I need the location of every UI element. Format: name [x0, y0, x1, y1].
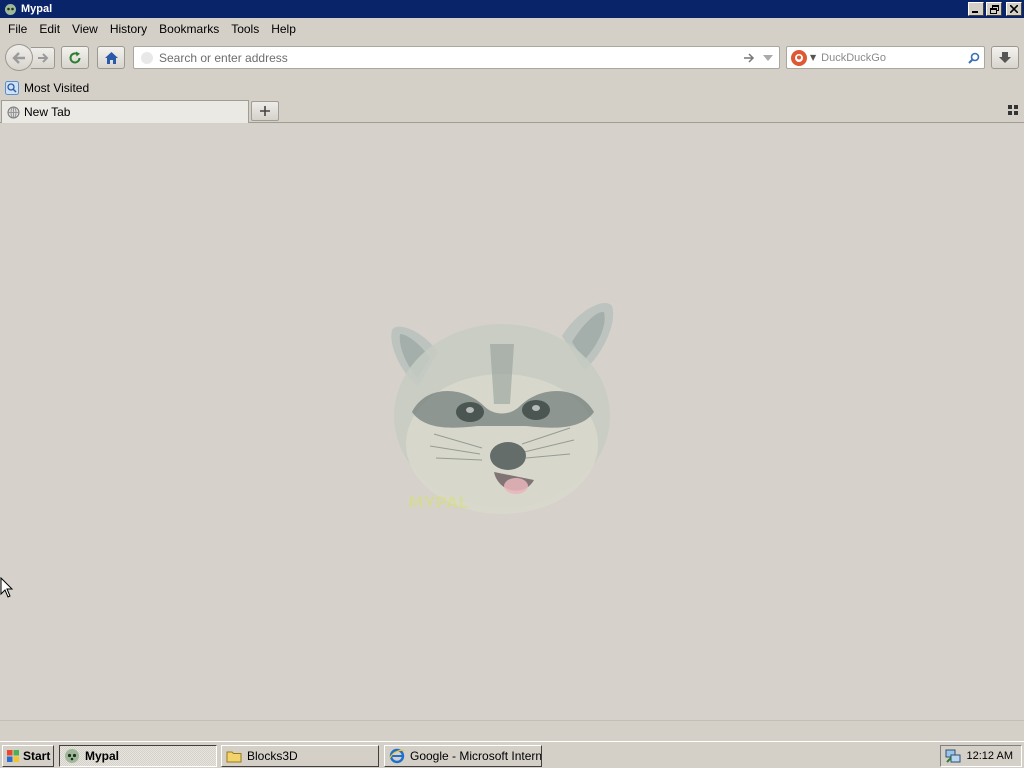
search-go-button[interactable]: [964, 52, 984, 64]
menu-bookmarks[interactable]: Bookmarks: [153, 22, 225, 36]
mypal-icon: [65, 749, 79, 763]
tab-new-tab[interactable]: New Tab: [1, 100, 249, 123]
mypal-app-icon: [3, 2, 17, 16]
ie-icon: [389, 748, 405, 764]
window-title: Mypal: [21, 3, 53, 15]
status-bar: [0, 720, 1024, 741]
history-dropdown-button[interactable]: [761, 54, 775, 61]
menu-view[interactable]: View: [66, 22, 104, 36]
home-icon: [104, 51, 118, 64]
plus-icon: [260, 106, 270, 116]
taskbar-item-label: Mypal: [85, 749, 120, 763]
taskbar-item-internet-explorer[interactable]: Google - Microsoft Intern...: [384, 745, 542, 767]
minimize-button[interactable]: [968, 2, 984, 16]
clock[interactable]: 12:12 AM: [967, 750, 1013, 762]
start-label: Start: [23, 749, 51, 763]
taskbar-item-blocks3d[interactable]: Blocks3D: [221, 745, 379, 767]
raccoon-logo: MYPAL: [391, 302, 614, 514]
menu-edit[interactable]: Edit: [33, 22, 66, 36]
most-visited-bookmark[interactable]: Most Visited: [24, 81, 89, 95]
start-button[interactable]: Start: [2, 745, 54, 767]
back-button[interactable]: [5, 44, 33, 71]
system-tray: 12:12 AM: [940, 745, 1022, 767]
menu-bar: File Edit View History Bookmarks Tools H…: [0, 18, 1024, 39]
page-content: MYPAL: [0, 124, 1024, 720]
globe-icon: [7, 106, 20, 118]
dropdown-icon: [763, 54, 773, 61]
bookmarks-toolbar: Most Visited: [0, 77, 1024, 98]
go-button[interactable]: [741, 52, 757, 63]
network-icon[interactable]: [945, 748, 961, 764]
menu-tools[interactable]: Tools: [225, 22, 265, 36]
raccoon-logo-text: MYPAL: [408, 493, 468, 512]
windows-logo-icon: [7, 750, 19, 762]
taskbar-item-label: Blocks3D: [247, 749, 298, 763]
tab-groups-icon[interactable]: [1008, 105, 1018, 115]
magnifier-icon: [968, 52, 980, 64]
folder-icon: [226, 751, 242, 763]
menu-help[interactable]: Help: [265, 22, 302, 36]
search-input[interactable]: [821, 51, 964, 64]
tab-strip: New Tab: [0, 99, 1024, 123]
back-arrow-icon: [12, 51, 25, 64]
address-input[interactable]: [159, 50, 741, 65]
taskbar-item-mypal[interactable]: Mypal: [59, 745, 217, 767]
restore-button[interactable]: [986, 2, 1002, 16]
forward-button[interactable]: [31, 47, 55, 69]
search-bar: ▼: [786, 46, 985, 69]
taskbar: Start Mypal Blocks3D Google - Microsoft …: [0, 741, 1024, 768]
duckduckgo-icon[interactable]: [791, 49, 807, 66]
downloads-button[interactable]: [991, 46, 1019, 69]
site-identity-icon[interactable]: [141, 51, 153, 64]
forward-arrow-icon: [37, 53, 48, 63]
navigation-toolbar: ▼: [0, 39, 1024, 75]
home-button[interactable]: [97, 46, 125, 69]
reload-icon: [69, 51, 81, 63]
go-arrow-icon: [744, 52, 755, 63]
reload-button[interactable]: [61, 46, 89, 69]
close-button[interactable]: [1006, 2, 1022, 16]
engine-dropdown-icon[interactable]: ▼: [810, 53, 816, 62]
tab-label: New Tab: [24, 105, 71, 119]
taskbar-item-label: Google - Microsoft Intern...: [410, 749, 542, 763]
download-icon: [999, 51, 1011, 63]
most-visited-icon: [5, 80, 19, 95]
address-bar: [133, 46, 780, 69]
mouse-cursor-icon: [0, 577, 14, 598]
title-bar: Mypal: [0, 0, 1024, 18]
menu-file[interactable]: File: [2, 22, 33, 36]
new-tab-button[interactable]: [251, 101, 279, 121]
menu-history[interactable]: History: [104, 22, 153, 36]
